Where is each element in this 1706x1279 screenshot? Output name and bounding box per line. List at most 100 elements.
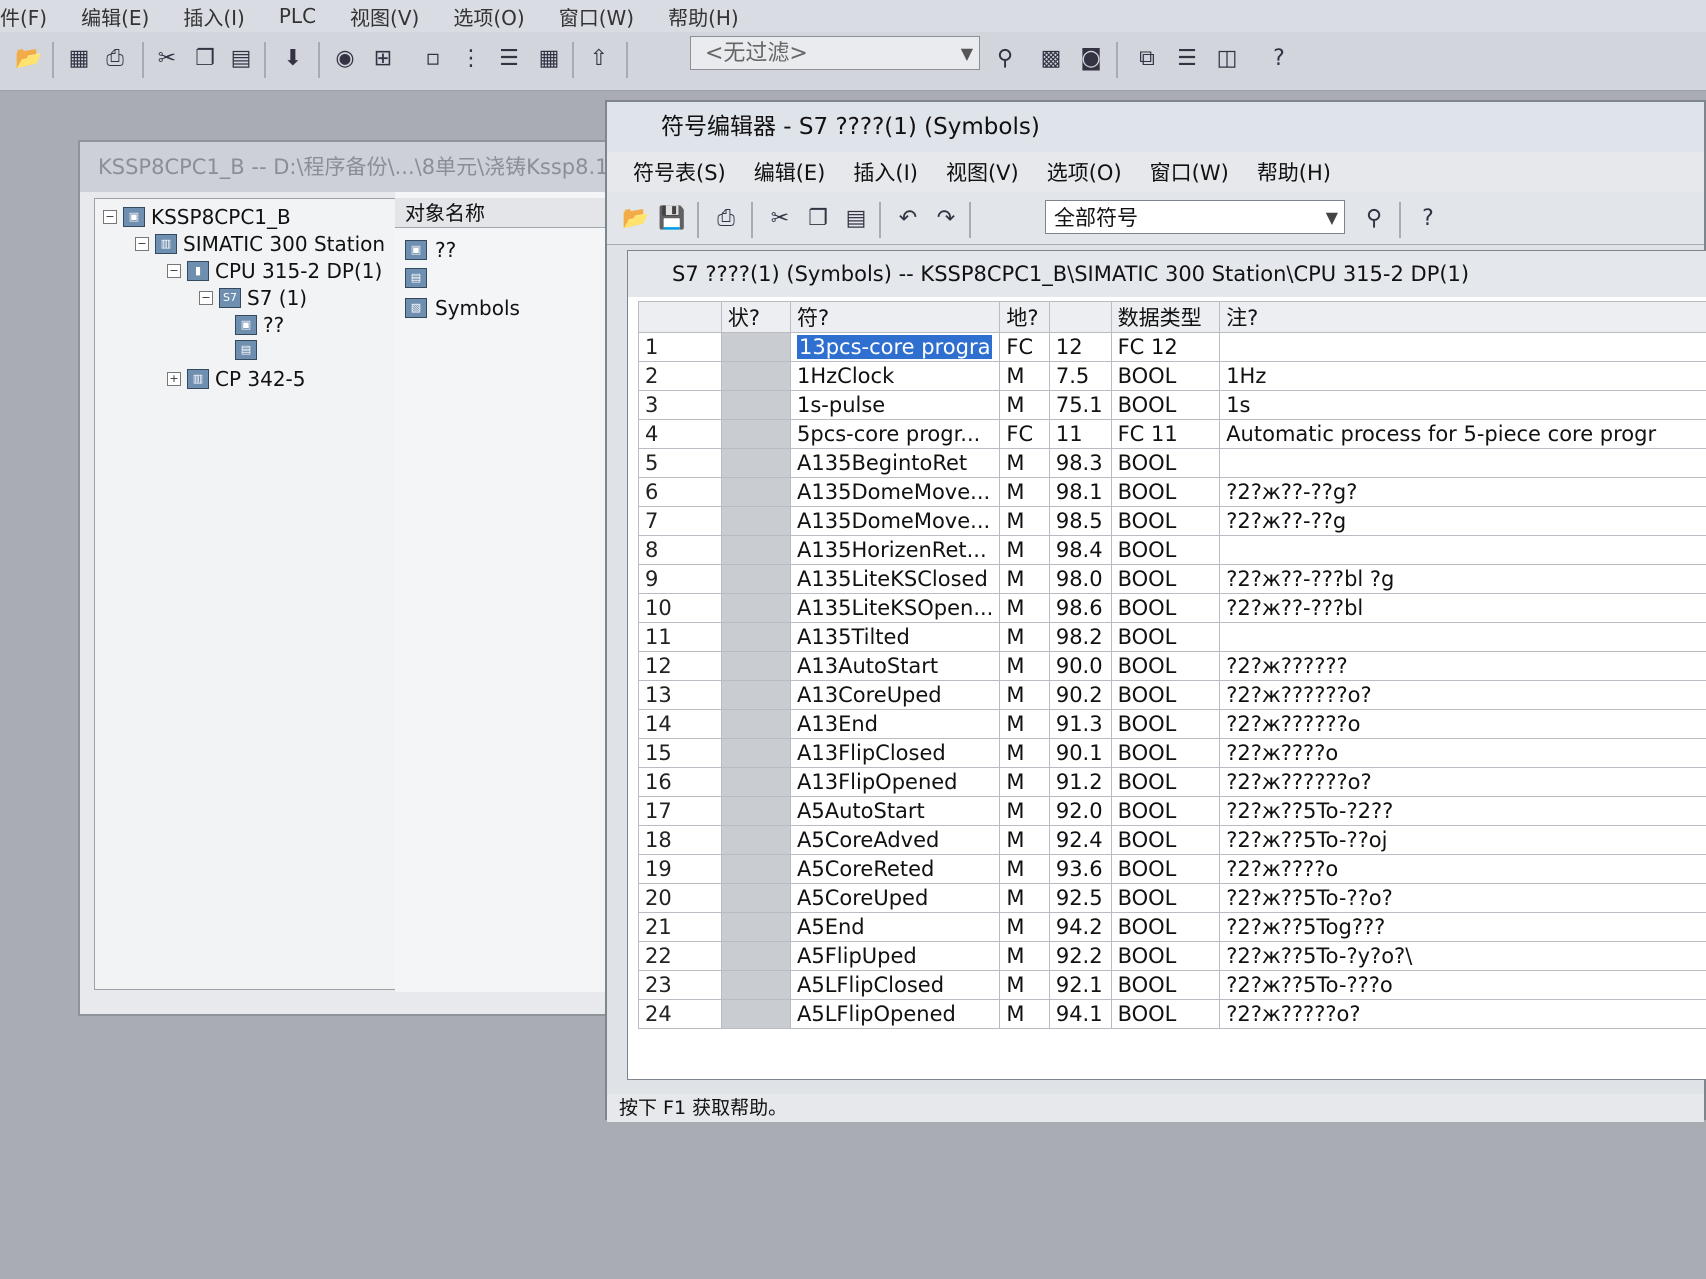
table-cell[interactable]: A5AutoStart (789, 796, 1001, 826)
table-cell[interactable]: M (999, 622, 1050, 652)
table-cell[interactable]: ?2?ж?????o? (1219, 999, 1706, 1029)
column-header[interactable] (1048, 301, 1112, 333)
table-cell[interactable]: A5CoreReted (789, 854, 1001, 884)
table-cell[interactable]: 7.5 (1048, 361, 1112, 391)
table-cell[interactable]: M (999, 680, 1050, 710)
table-cell[interactable] (1219, 535, 1706, 565)
filter-icon[interactable]: ⚲ (990, 44, 1020, 74)
table-cell[interactable] (720, 796, 792, 826)
table-cell[interactable]: A135DomeMove... (789, 477, 1001, 507)
table-cell[interactable] (720, 535, 792, 565)
table-cell[interactable]: M (999, 506, 1050, 536)
collapse-icon[interactable]: − (167, 264, 181, 278)
table-cell[interactable]: 1Hz (1219, 361, 1706, 391)
online-icon[interactable]: ◉ (330, 44, 360, 74)
symbol-table-window[interactable]: ▧ S7 ????(1) (Symbols) -- KSSP8CPC1_B\SI… (627, 250, 1706, 1080)
table-cell[interactable]: ?2?ж??5Tog??? (1219, 912, 1706, 942)
table-cell[interactable]: BOOL (1110, 535, 1221, 565)
up-level-icon[interactable]: ⇧ (584, 44, 614, 74)
table-row[interactable]: 5 A135BegintoRet M 98.3 BOOL (638, 448, 1706, 478)
open-icon[interactable]: 📂 (14, 44, 44, 74)
table-cell[interactable]: 8 (638, 535, 722, 565)
column-header[interactable]: 注? (1219, 301, 1706, 333)
table-cell[interactable]: BOOL (1110, 854, 1221, 884)
table-row[interactable]: 9 A135LiteKSClosed M 98.0 BOOL ?2?ж??-???bl ?… (638, 564, 1706, 594)
table-cell[interactable]: 91.2 (1048, 767, 1112, 797)
table-cell[interactable]: 1 (638, 332, 722, 362)
table-row[interactable]: 1 13pcs-core progra FC 12 FC 12 (638, 332, 1706, 362)
table-cell[interactable] (720, 622, 792, 652)
table-cell[interactable]: BOOL (1110, 970, 1221, 1000)
table-row[interactable]: 16 A13FlipOpened M 91.2 BOOL ?2?ж??????o? (638, 767, 1706, 797)
menu-item[interactable]: 视图(V) (350, 2, 419, 31)
table-cell[interactable]: 7 (638, 506, 722, 536)
help-icon[interactable]: ? (1413, 204, 1443, 234)
table-cell[interactable]: ?2?ж??????o? (1219, 767, 1706, 797)
table-cell[interactable]: 90.0 (1048, 651, 1112, 681)
table-cell[interactable]: 5 (638, 448, 722, 478)
table-cell[interactable]: M (999, 999, 1050, 1029)
table-cell[interactable]: M (999, 854, 1050, 884)
table-cell[interactable]: BOOL (1110, 477, 1221, 507)
table-row[interactable]: 22 A5FlipUped M 92.2 BOOL ?2?ж??5To-?y?o?\ (638, 941, 1706, 971)
table-cell[interactable]: A5LFlipOpened (789, 999, 1001, 1029)
table-cell[interactable]: ?2?ж????o (1219, 854, 1706, 884)
copy-icon[interactable]: ❐ (190, 44, 220, 74)
redo-icon[interactable]: ↷ (931, 204, 961, 234)
table-cell[interactable]: ?2?ж??-???bl (1219, 593, 1706, 623)
table-cell[interactable]: ?2?ж??5To-???o (1219, 970, 1706, 1000)
tree-s7-program[interactable]: − S7 S7 (1) (199, 286, 307, 310)
table-cell[interactable]: A13CoreUped (789, 680, 1001, 710)
paste-icon[interactable]: ▤ (226, 44, 256, 74)
table-cell[interactable]: ?2?ж?????? (1219, 651, 1706, 681)
table-cell[interactable]: FC 12 (1110, 332, 1221, 362)
table-row[interactable]: 10 A135LiteKSOpen... M 98.6 BOOL ?2?ж??-???bl (638, 593, 1706, 623)
table-cell[interactable]: BOOL (1110, 825, 1221, 855)
table-row[interactable]: 15 A13FlipClosed M 90.1 BOOL ?2?ж????o (638, 738, 1706, 768)
table-cell[interactable]: M (999, 970, 1050, 1000)
table-cell[interactable]: M (999, 767, 1050, 797)
tree-project[interactable]: − ▣ KSSP8CPC1_B (103, 205, 291, 229)
table-cell[interactable]: M (999, 535, 1050, 565)
table-cell[interactable]: 14 (638, 709, 722, 739)
table-cell[interactable] (720, 390, 792, 420)
simulation-icon[interactable]: ▩ (1036, 44, 1066, 74)
symbol-filter-select[interactable]: 全部符号 ▼ (1045, 200, 1345, 234)
table-cell[interactable]: M (999, 448, 1050, 478)
object-item-sources[interactable]: ▤ (405, 268, 435, 288)
table-cell[interactable] (720, 564, 792, 594)
cut-icon[interactable]: ✂ (765, 204, 795, 234)
collapse-icon[interactable]: − (199, 291, 213, 305)
table-cell[interactable]: BOOL (1110, 680, 1221, 710)
table-cell[interactable]: M (999, 651, 1050, 681)
table-cell[interactable]: 90.1 (1048, 738, 1112, 768)
large-icons-icon[interactable]: ▫ (418, 44, 448, 74)
table-cell[interactable] (720, 883, 792, 913)
collapse-icon[interactable]: − (135, 237, 149, 251)
menu-item[interactable]: 视图(V) (946, 157, 1019, 187)
menu-item[interactable]: 符号表(S) (633, 157, 726, 187)
table-cell[interactable]: 93.6 (1048, 854, 1112, 884)
table-cell[interactable]: 98.6 (1048, 593, 1112, 623)
menu-item[interactable]: 帮助(H) (1257, 157, 1331, 187)
table-cell[interactable]: M (999, 941, 1050, 971)
menu-item[interactable]: 窗口(W) (559, 2, 634, 31)
table-cell[interactable]: M (999, 796, 1050, 826)
table-cell[interactable]: BOOL (1110, 448, 1221, 478)
table-cell[interactable]: A5End (789, 912, 1001, 942)
cut-icon[interactable]: ✂ (152, 44, 182, 74)
table-cell[interactable] (720, 825, 792, 855)
column-header[interactable]: 符? (789, 301, 1001, 333)
chevron-down-icon[interactable]: ▼ (961, 37, 973, 71)
table-cell[interactable]: 10 (638, 593, 722, 623)
table-cell[interactable]: 98.1 (1048, 477, 1112, 507)
table-cell[interactable]: 18 (638, 825, 722, 855)
table-cell[interactable] (720, 738, 792, 768)
menu-item[interactable]: 帮助(H) (668, 2, 739, 31)
table-cell[interactable]: BOOL (1110, 883, 1221, 913)
table-cell[interactable] (720, 709, 792, 739)
table-cell[interactable] (720, 593, 792, 623)
table-row[interactable]: 19 A5CoreReted M 93.6 BOOL ?2?ж????o (638, 854, 1706, 884)
list-icon[interactable]: ☰ (494, 44, 524, 74)
table-cell[interactable] (720, 506, 792, 536)
